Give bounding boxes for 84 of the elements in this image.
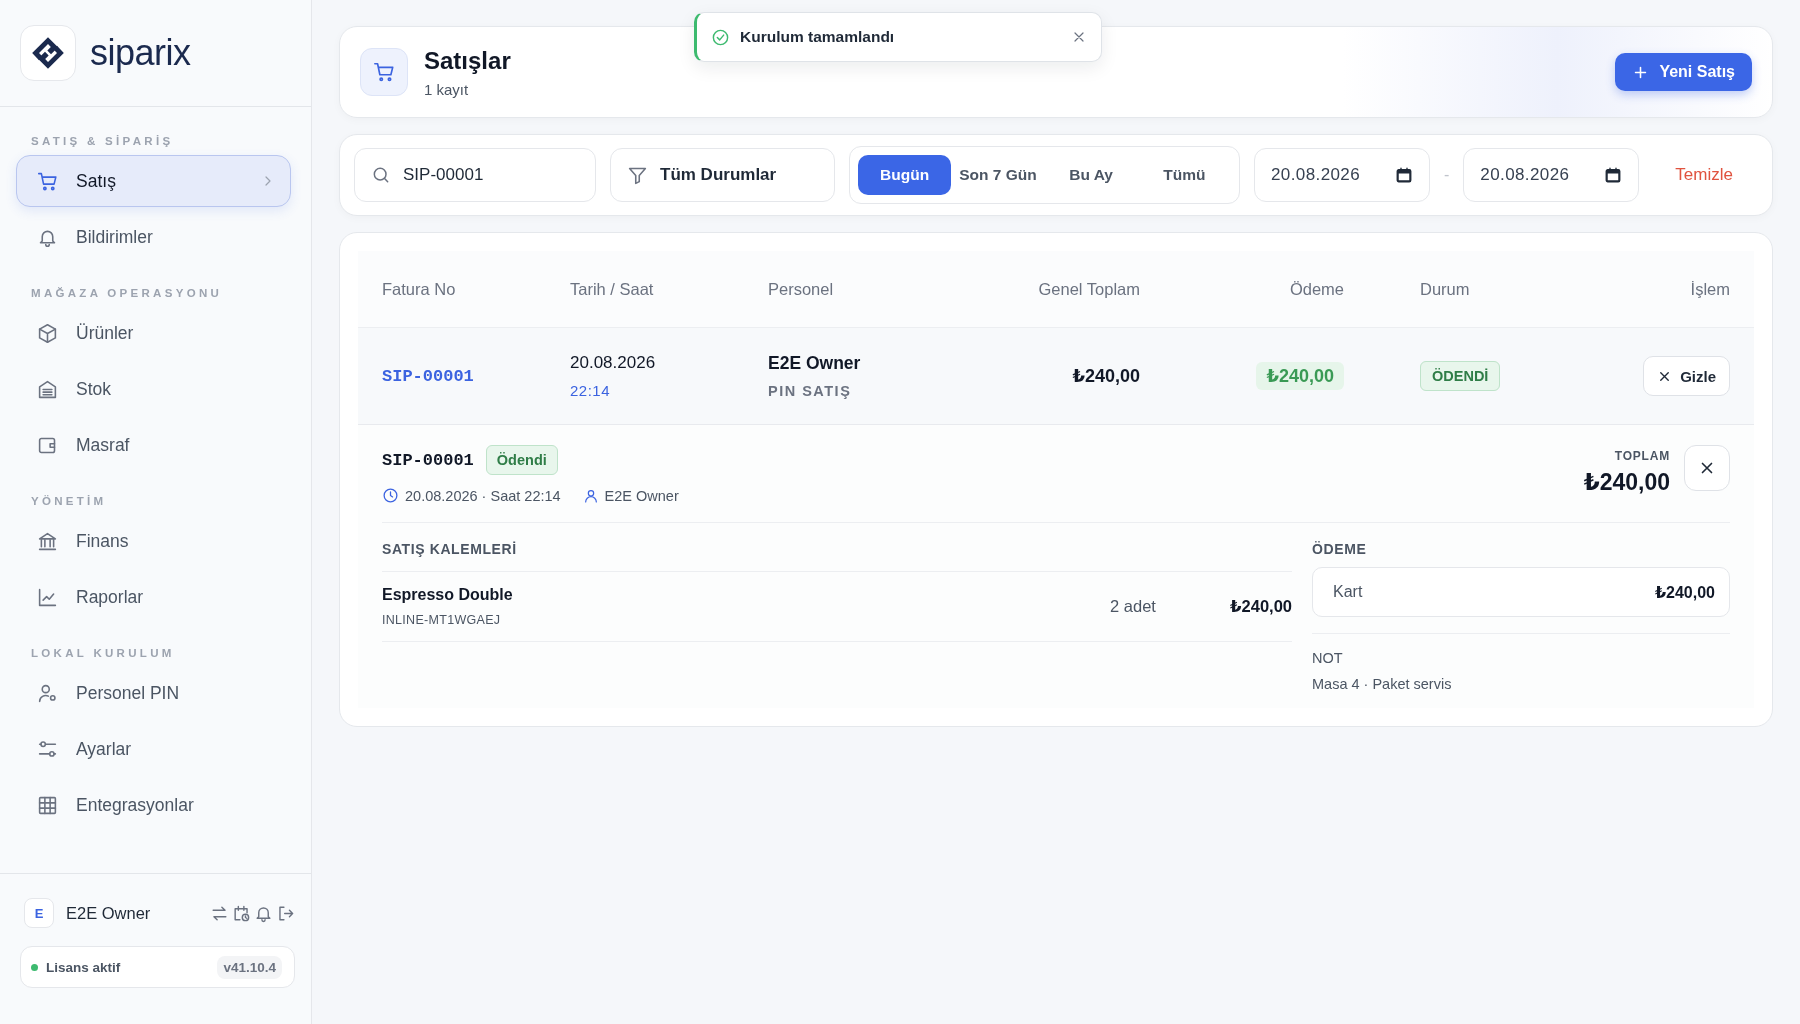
toast-message: Kurulum tamamlandı — [740, 28, 896, 46]
bank-icon — [37, 530, 58, 552]
calendar-icon — [1604, 166, 1623, 184]
sliders-icon — [37, 738, 58, 760]
payment-value: ₺240,00 — [1654, 582, 1715, 602]
column-header: Fatura No — [382, 279, 457, 299]
range-separator: - — [1444, 166, 1450, 184]
check-circle-icon — [711, 27, 730, 47]
nav-section-title: LOKAL KURULUM — [30, 646, 176, 661]
sale-channel: PIN SATIŞ — [768, 383, 853, 399]
range-tab[interactable]: Bugün — [858, 155, 952, 195]
column-header: Durum — [1419, 279, 1471, 299]
note-text: Masa 4 · Paket servis — [1312, 675, 1453, 692]
sale-date: 20.08.2026 — [570, 353, 657, 373]
cart-icon — [37, 170, 58, 192]
page-title: Satışlar — [424, 46, 512, 75]
total-amount: ₺240,00 — [1072, 365, 1140, 387]
nav-item[interactable]: Ürünler — [16, 307, 291, 359]
version-label: v41.10.4 — [217, 955, 282, 979]
column-header: Personel — [768, 279, 835, 299]
item-code: INLINE-MT1WGAEJ — [382, 613, 502, 627]
nav-item[interactable]: Stok — [16, 363, 291, 415]
status-badge: Ödendi — [485, 445, 558, 475]
payment-amount: ₺240,00 — [1256, 362, 1344, 390]
hide-button[interactable]: Gizle — [1643, 356, 1730, 396]
staff-name: E2E Owner — [768, 353, 862, 374]
column-header: Tarih / Saat — [570, 279, 655, 299]
sale-time: 22:14 — [570, 382, 612, 399]
close-button[interactable] — [1684, 445, 1730, 491]
total-label: TOPLAM — [1614, 449, 1670, 463]
cart-icon — [373, 61, 395, 83]
user-name: E2E Owner — [66, 903, 152, 923]
nav-item[interactable]: Entegrasyonlar — [16, 779, 291, 831]
brand-name: siparix — [90, 32, 191, 74]
start-date-field[interactable]: 20.08.2026 — [1254, 148, 1430, 202]
nav-item[interactable]: Masraf — [16, 419, 291, 471]
detail-datetime: 20.08.2026 · Saat 22:14 — [405, 487, 561, 504]
new-sale-button[interactable]: Yeni Satış — [1615, 53, 1752, 91]
nav-item[interactable]: Satış — [16, 155, 291, 207]
detail-staff: E2E Owner — [604, 487, 679, 504]
nav-section-title: SATIŞ & SİPARİŞ — [30, 134, 175, 149]
clear-filters-button[interactable]: Temizle — [1667, 159, 1741, 191]
column-header: Genel Toplam — [1038, 279, 1140, 299]
nav-item[interactable]: Raporlar — [16, 571, 291, 623]
item-amount: ₺240,00 — [1230, 597, 1292, 616]
section-title: NOT — [1312, 633, 1730, 666]
grid-icon — [37, 794, 58, 816]
section-title: SATIŞ KALEMLERİ — [382, 541, 1292, 572]
item-quantity: 2 adet — [1110, 597, 1157, 616]
user-avatar: E — [24, 898, 54, 928]
logout-icon[interactable] — [276, 903, 295, 923]
range-tab[interactable]: Bu Ay — [1044, 155, 1138, 195]
line-chart-icon — [37, 586, 58, 608]
search-icon — [371, 165, 391, 185]
nav-item[interactable]: Personel PIN — [16, 667, 291, 719]
detail-invoice-number: SIP-00001 — [382, 450, 474, 470]
calendar-clock-icon[interactable] — [232, 903, 251, 923]
range-tab[interactable]: Tümü — [1137, 155, 1231, 195]
nav-item[interactable]: Finans — [16, 515, 291, 567]
range-tab[interactable]: Son 7 Gün — [951, 155, 1045, 195]
invoice-link[interactable]: SIP-00001 — [382, 366, 570, 386]
user-icon — [582, 487, 599, 504]
status-badge: ÖDENDİ — [1420, 361, 1501, 391]
user-settings-icon — [37, 682, 58, 704]
box-icon — [37, 322, 58, 344]
nav-item[interactable]: Bildirimler — [16, 211, 291, 263]
clock-icon — [382, 487, 399, 504]
payment-method: Kart — [1333, 583, 1363, 601]
license-status: Lisans aktif — [46, 959, 122, 975]
status-filter[interactable]: Tüm Durumlar — [610, 148, 835, 202]
item-name: Espresso Double — [382, 586, 514, 604]
detail-total: ₺240,00 — [1583, 469, 1670, 496]
nav-section-title: MAĞAZA OPERASYONU — [30, 286, 224, 301]
storage-icon — [37, 378, 58, 400]
record-count: 1 kayıt — [424, 80, 470, 98]
column-header: İşlem — [1690, 279, 1730, 299]
calendar-icon — [1395, 166, 1413, 184]
search-field[interactable]: SIP-00001 — [354, 148, 596, 202]
table-row[interactable]: SIP-00001 20.08.2026 22:14 E2E Owner PIN SATIŞ ₺240,00 ₺240,00 ÖDENDİ Gizle — [358, 328, 1754, 425]
section-title: ÖDEME — [1312, 541, 1368, 559]
nav-item[interactable]: Ayarlar — [16, 723, 291, 775]
nav-section-title: YÖNETİM — [30, 494, 108, 509]
column-header: Ödeme — [1289, 279, 1344, 299]
end-date-field[interactable]: 20.08.2026 — [1463, 148, 1640, 202]
